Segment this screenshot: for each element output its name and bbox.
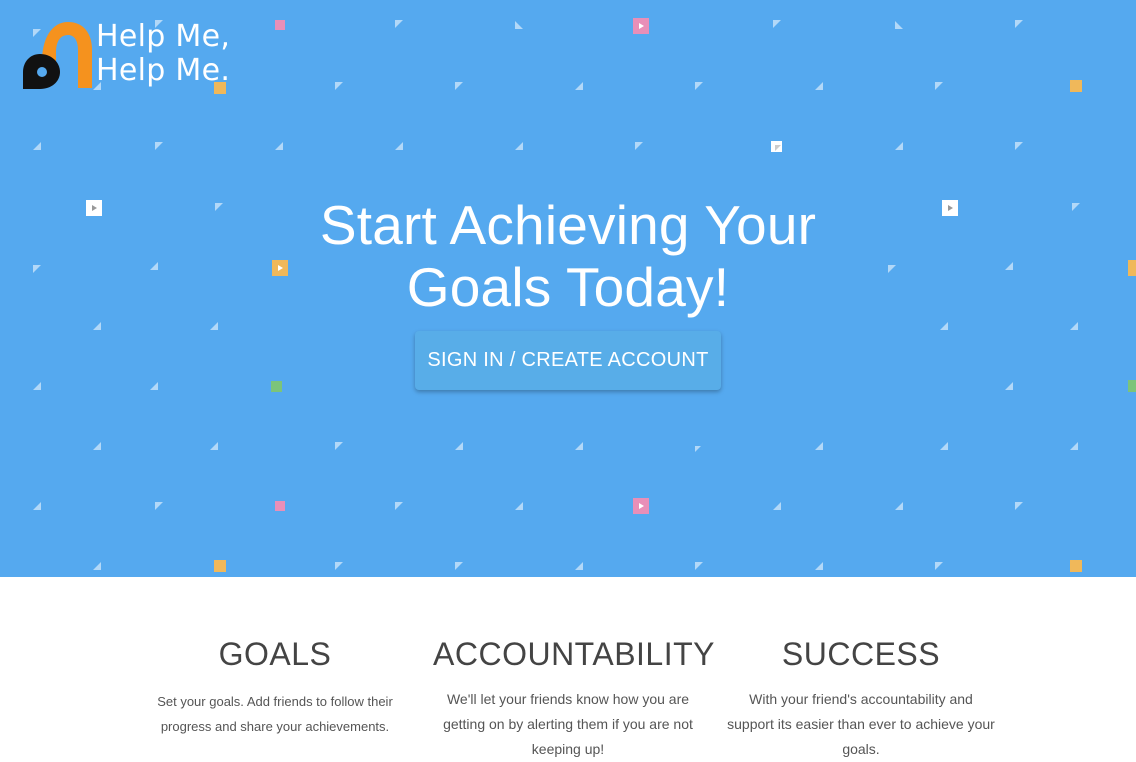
hero-headline: Start Achieving Your Goals Today!: [268, 194, 868, 318]
feature-accountability: ACCOUNTABILITY We'll let your friends kn…: [433, 635, 715, 762]
logo-mark-icon: [23, 22, 92, 89]
feature-description: We'll let your friends know how you are …: [443, 691, 693, 757]
feature-goals: GOALS Set your goals. Add friends to fol…: [140, 635, 410, 739]
brand-name-line1: Help Me,: [96, 19, 231, 54]
feature-title: GOALS: [218, 636, 332, 672]
feature-description: With your friend's accountability and su…: [727, 691, 995, 757]
hero-headline-line2: Goals Today!: [406, 256, 730, 318]
feature-success: SUCCESS With your friend's accountabilit…: [726, 635, 996, 762]
feature-description: Set your goals. Add friends to follow th…: [157, 694, 393, 734]
feature-title: SUCCESS: [781, 636, 941, 672]
hero-headline-line1: Start Achieving Your: [319, 194, 817, 256]
features-section: GOALS Set your goals. Add friends to fol…: [0, 577, 1136, 757]
sign-in-create-account-button[interactable]: SIGN IN / CREATE ACCOUNT: [415, 331, 721, 390]
brand-name: Help Me, Help Me.: [96, 20, 230, 88]
brand-name-line2: Help Me.: [96, 53, 231, 88]
hero-section: Help Me, Help Me. Start Achieving Your G…: [0, 0, 1136, 577]
feature-title: ACCOUNTABILITY: [433, 636, 715, 672]
brand-logo[interactable]: Help Me, Help Me.: [22, 20, 252, 92]
